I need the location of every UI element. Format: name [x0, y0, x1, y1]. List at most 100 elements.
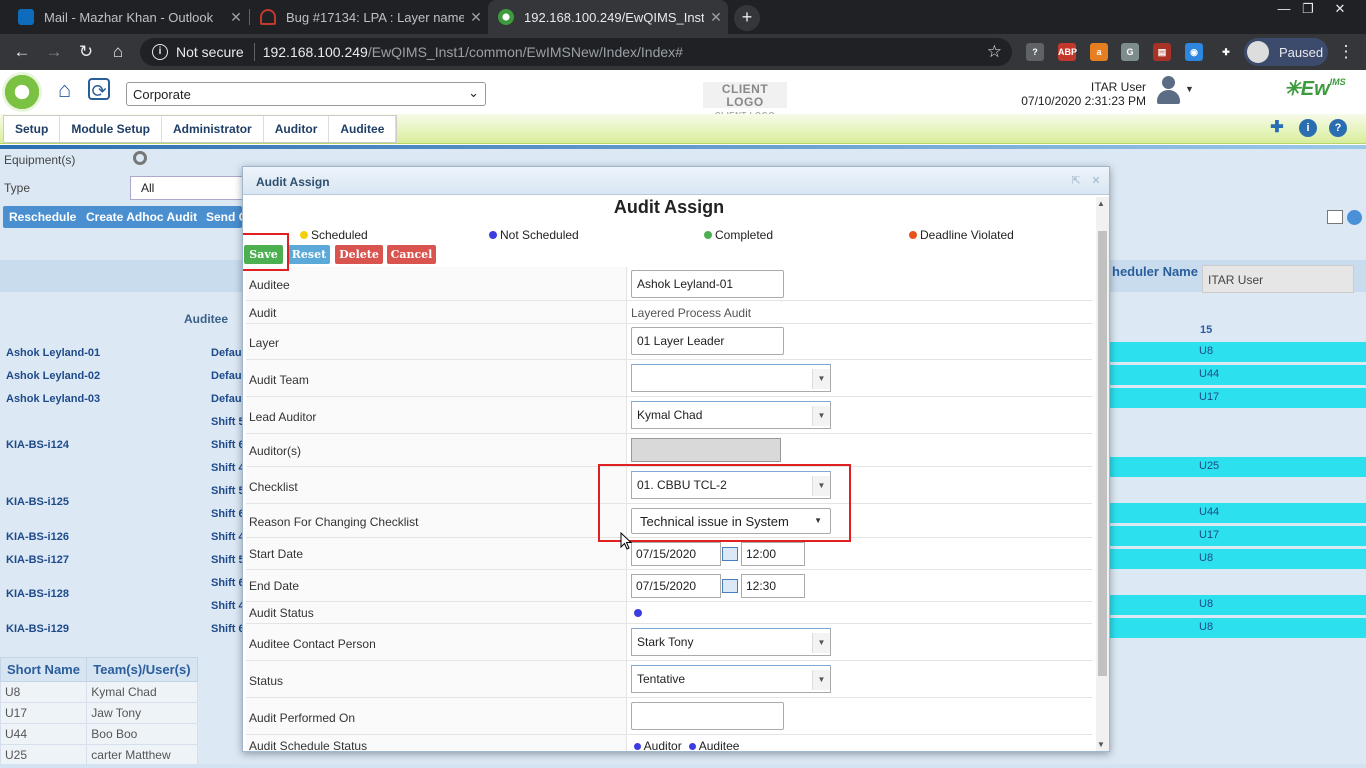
schedule-cell[interactable]: U25: [1110, 457, 1366, 477]
scrollbar-thumb[interactable]: [1098, 231, 1107, 676]
popout-icon[interactable]: ⇱: [1069, 174, 1083, 188]
contact-person-select[interactable]: Stark Tony ▼: [631, 628, 831, 656]
main-menu-bar: Setup Module Setup Administrator Auditor…: [0, 114, 1366, 144]
send-button[interactable]: Send C: [200, 206, 242, 228]
extension-icon[interactable]: ◉: [1185, 43, 1203, 61]
dialog-body: Audit Assign Scheduled Not Scheduled Com…: [243, 195, 1095, 751]
lead-auditor-select[interactable]: Kymal Chad ▼: [631, 401, 831, 429]
menu-module-setup[interactable]: Module Setup: [60, 116, 163, 142]
menu-kebab-icon[interactable]: ⋮: [1336, 42, 1356, 62]
menu-setup[interactable]: Setup: [4, 116, 61, 142]
menu-auditor[interactable]: Auditor: [264, 116, 330, 142]
auditee-row[interactable]: KIA-BS-i127: [6, 554, 69, 566]
outlook-icon: [18, 9, 34, 25]
create-adhoc-audit-button[interactable]: Create Adhoc Audit: [80, 206, 204, 228]
calendar-icon[interactable]: [1327, 210, 1343, 224]
auditee-row[interactable]: KIA-BS-i124: [6, 439, 69, 451]
dialog-scrollbar[interactable]: ▲ ▼: [1096, 197, 1109, 751]
schedule-cell[interactable]: U8: [1110, 595, 1366, 615]
gear-icon[interactable]: [133, 151, 147, 165]
table-row: U17 Jaw Tony: [0, 702, 198, 724]
extension-icon[interactable]: ABP: [1058, 43, 1077, 61]
info-icon[interactable]: i: [1299, 119, 1317, 137]
auditee-row[interactable]: KIA-BS-i126: [6, 531, 69, 543]
menu-administrator[interactable]: Administrator: [162, 116, 264, 142]
start-date-input[interactable]: 07/15/2020: [631, 542, 721, 566]
close-tab-icon[interactable]: ✕: [464, 9, 488, 26]
end-time-input[interactable]: 12:30: [741, 574, 805, 598]
reload-icon[interactable]: ↻: [76, 42, 96, 62]
info-icon[interactable]: i: [152, 44, 168, 60]
new-tab-button[interactable]: +: [734, 5, 760, 31]
calendar-icon[interactable]: [722, 579, 738, 593]
schedule-cell[interactable]: U8: [1110, 549, 1366, 569]
extension-icon[interactable]: ?: [1026, 43, 1044, 61]
delete-button[interactable]: Delete: [335, 245, 383, 264]
auditee-row[interactable]: Ashok Leyland-01: [6, 347, 100, 359]
auditee-row[interactable]: KIA-BS-i129: [6, 623, 69, 635]
bookmark-star-icon[interactable]: ☆: [987, 42, 1002, 62]
shift-cell: Shift 5: [211, 554, 245, 566]
close-window-icon[interactable]: ✕: [1324, 0, 1356, 20]
form-title: Audit Assign: [613, 197, 725, 217]
help-icon[interactable]: ?: [1329, 119, 1347, 137]
auditee-row[interactable]: Ashok Leyland-02: [6, 370, 100, 382]
end-date-input[interactable]: 07/15/2020: [631, 574, 721, 598]
home-icon[interactable]: ⌂: [58, 78, 82, 102]
profile-button[interactable]: Paused: [1244, 38, 1328, 66]
close-tab-icon[interactable]: ✕: [704, 9, 728, 26]
tab-outlook[interactable]: Mail - Mazhar Khan - Outlook ✕: [8, 0, 248, 34]
chat-icon[interactable]: [1347, 210, 1362, 225]
reset-button[interactable]: Reset: [288, 245, 330, 264]
scheduler-name-label: heduler Name: [1112, 264, 1198, 279]
auditee-row[interactable]: KIA-BS-i125: [6, 496, 69, 508]
schedule-cell[interactable]: U17: [1110, 388, 1366, 408]
tab-app[interactable]: 192.168.100.249/EwQIMS_Inst1/c ✕: [488, 0, 728, 34]
shift-cell: Shift 5: [211, 485, 245, 497]
extension-icon[interactable]: G: [1121, 43, 1139, 61]
client-logo: CLIENT LOGO CLIENT LOGO: [703, 82, 787, 120]
caret-down-icon[interactable]: ▼: [1185, 84, 1194, 94]
schedule-cell[interactable]: U44: [1110, 503, 1366, 523]
auditee-row[interactable]: Ashok Leyland-03: [6, 393, 100, 405]
forward-icon[interactable]: →: [44, 42, 64, 62]
schedule-cell[interactable]: U44: [1110, 365, 1366, 385]
schedule-cell[interactable]: U8: [1110, 618, 1366, 638]
shift-cell: Shift 6: [211, 439, 245, 451]
user-avatar-icon[interactable]: [1154, 76, 1182, 106]
status-select[interactable]: Tentative ▼: [631, 665, 831, 693]
location-select[interactable]: Corporate ⌄: [126, 82, 486, 106]
layer-field[interactable]: 01 Layer Leader: [631, 327, 784, 355]
performed-on-input[interactable]: [631, 702, 784, 730]
schedule-cell[interactable]: U8: [1110, 342, 1366, 362]
shift-cell: Defau: [211, 370, 242, 382]
auditee-row[interactable]: KIA-BS-i128: [6, 588, 69, 600]
audit-value: Layered Process Audit: [631, 306, 752, 320]
menu-auditee[interactable]: Auditee: [329, 116, 397, 142]
calendar-icon[interactable]: [722, 547, 738, 561]
auditee-field[interactable]: Ashok Leyland-01: [631, 270, 784, 298]
extension-icon[interactable]: ✚: [1217, 43, 1235, 61]
reschedule-button[interactable]: Reschedule: [3, 206, 83, 228]
scroll-up-icon[interactable]: ▲: [1097, 199, 1105, 208]
schedule-cell[interactable]: U17: [1110, 526, 1366, 546]
type-select[interactable]: All: [130, 176, 250, 200]
home-icon[interactable]: ⌂: [108, 42, 128, 62]
scheduler-name-input[interactable]: ITAR User: [1202, 265, 1354, 293]
tab-bug[interactable]: Bug #17134: LPA : Layer name in ✕: [250, 0, 488, 34]
close-icon[interactable]: ✕: [1089, 174, 1103, 188]
refresh-icon[interactable]: ⟳: [88, 78, 110, 101]
address-bar[interactable]: i Not secure 192.168.100.249 /EwQIMS_Ins…: [140, 38, 1012, 66]
shift-cell: Shift 6: [211, 623, 245, 635]
extension-icon[interactable]: a: [1090, 43, 1108, 61]
back-icon[interactable]: ←: [12, 42, 32, 62]
audit-team-select[interactable]: ▼: [631, 364, 831, 392]
restore-icon[interactable]: ❐: [1292, 0, 1324, 20]
cancel-button[interactable]: Cancel: [387, 245, 436, 264]
extension-icon[interactable]: ▤: [1153, 43, 1171, 61]
location-select-value: Corporate: [133, 87, 191, 102]
pin-icon[interactable]: ✚: [1268, 119, 1286, 137]
scroll-down-icon[interactable]: ▼: [1097, 740, 1105, 749]
start-time-input[interactable]: 12:00: [741, 542, 805, 566]
close-tab-icon[interactable]: ✕: [224, 9, 248, 26]
